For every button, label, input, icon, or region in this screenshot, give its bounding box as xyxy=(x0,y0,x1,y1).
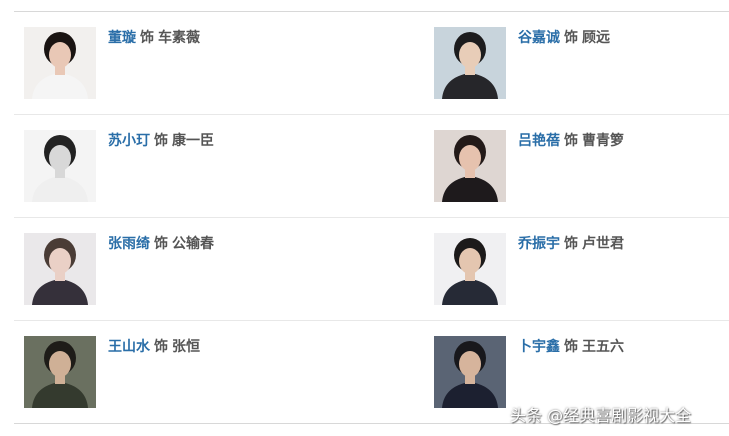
actor-name-link[interactable]: 苏小玎 xyxy=(108,133,150,149)
watermark: 头条 @经典喜剧影视大全 xyxy=(510,406,692,425)
plays-label: 饰 xyxy=(140,30,154,46)
actor-name-link[interactable]: 乔振宇 xyxy=(518,236,560,252)
actor-photo[interactable] xyxy=(434,130,506,202)
role-name: 公输春 xyxy=(172,236,214,252)
portrait-image xyxy=(434,130,506,202)
cast-row: 张雨绮饰公输春 乔振宇饰卢世君 xyxy=(14,218,729,321)
cast-row: 苏小玎饰康一臣 吕艳蓓饰曹青箩 xyxy=(14,115,729,218)
cast-caption: 乔振宇饰卢世君 xyxy=(518,235,624,253)
cast-list: 董璇饰车素薇 谷嘉诚饰顾远 苏小玎饰康一臣 吕艳蓓饰曹青箩 张雨绮 饰 公输春 … xyxy=(14,12,729,424)
role-name: 卢世君 xyxy=(582,236,624,252)
role-name: 曹青箩 xyxy=(582,133,624,149)
role-name: 顾远 xyxy=(582,30,610,46)
cast-caption: 谷嘉诚饰顾远 xyxy=(518,29,610,47)
actor-photo[interactable] xyxy=(434,233,506,305)
actor-name-link[interactable]: 吕艳蓓 xyxy=(518,133,560,149)
portrait-image xyxy=(24,336,96,408)
portrait-image xyxy=(434,27,506,99)
actor-photo[interactable] xyxy=(24,233,96,305)
actor-photo[interactable] xyxy=(24,336,96,408)
portrait-image xyxy=(434,336,506,408)
plays-label: 饰 xyxy=(564,236,578,252)
portrait-image xyxy=(24,233,96,305)
cast-caption: 苏小玎饰康一臣 xyxy=(108,132,214,150)
actor-name-link[interactable]: 张雨绮 xyxy=(108,236,150,252)
portrait-image xyxy=(24,130,96,202)
role-name: 王五六 xyxy=(582,339,624,355)
cast-caption: 王山水饰张恒 xyxy=(108,338,200,356)
cast-caption: 吕艳蓓饰曹青箩 xyxy=(518,132,624,150)
plays-label: 饰 xyxy=(154,133,168,149)
cast-row: 董璇饰车素薇 谷嘉诚饰顾远 xyxy=(14,12,729,115)
actor-photo[interactable] xyxy=(24,27,96,99)
actor-name-link[interactable]: 谷嘉诚 xyxy=(518,30,560,46)
role-name: 康一臣 xyxy=(172,133,214,149)
actor-name-link[interactable]: 卜宇鑫 xyxy=(518,339,560,355)
actor-name-link[interactable]: 董璇 xyxy=(108,30,136,46)
plays-label: 饰 xyxy=(564,133,578,149)
role-name: 张恒 xyxy=(172,339,200,355)
actor-photo[interactable] xyxy=(434,336,506,408)
portrait-image xyxy=(434,233,506,305)
plays-label: 饰 xyxy=(154,339,168,355)
actor-photo[interactable] xyxy=(434,27,506,99)
actor-photo[interactable] xyxy=(24,130,96,202)
role-name: 车素薇 xyxy=(158,30,200,46)
portrait-image xyxy=(24,27,96,99)
cast-caption: 董璇饰车素薇 xyxy=(108,29,200,47)
plays-label: 饰 xyxy=(154,236,168,252)
plays-label: 饰 xyxy=(564,339,578,355)
cast-caption: 卜宇鑫饰王五六 xyxy=(518,338,624,356)
plays-label: 饰 xyxy=(564,30,578,46)
actor-name-link[interactable]: 王山水 xyxy=(108,339,150,355)
cast-caption: 张雨绮饰公输春 xyxy=(108,235,214,253)
